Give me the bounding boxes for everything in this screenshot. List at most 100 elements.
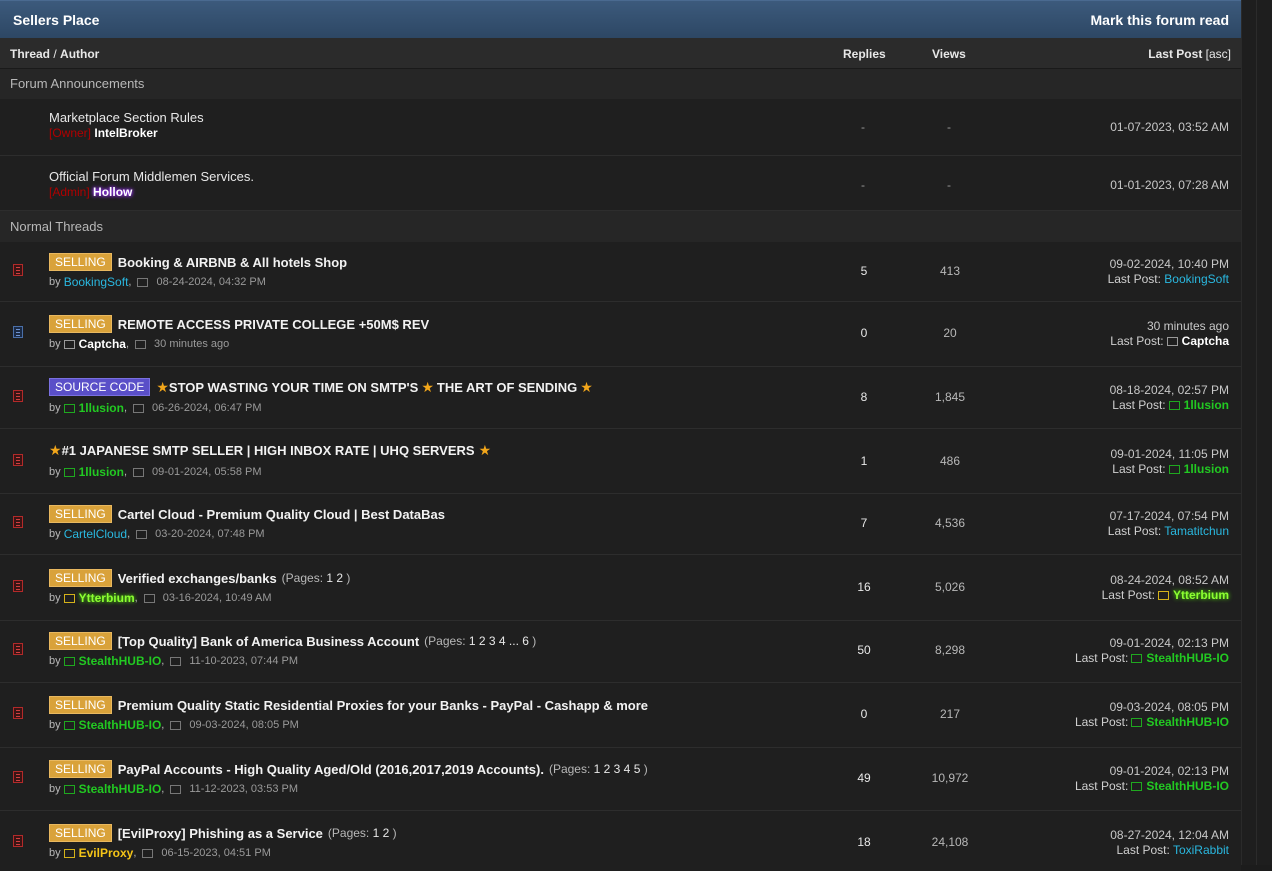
calendar-icon	[137, 277, 149, 287]
pages-label: (Pages:	[281, 571, 324, 585]
thread-status-icon	[13, 516, 23, 528]
sort-order-link[interactable]: [asc]	[1206, 47, 1231, 61]
replies-count[interactable]: 7	[834, 516, 894, 530]
star-icon: ★	[421, 378, 434, 395]
prefix-badge: SELLING	[49, 569, 112, 587]
thread-date: 06-15-2023, 04:51 PM	[161, 847, 271, 859]
pages-label: (Pages:	[327, 826, 370, 840]
replies-count[interactable]: 5	[834, 264, 894, 278]
thread-title-link-2[interactable]: THE ART OF SENDING	[437, 380, 577, 395]
last-post-date[interactable]: 09-03-2024, 08:05 PM	[1075, 700, 1229, 715]
author-link[interactable]: Captcha	[79, 337, 126, 351]
calendar-icon	[135, 339, 147, 349]
thread-status-icon	[13, 390, 23, 402]
page-links[interactable]: 1 2 3 4 ... 6	[469, 634, 529, 648]
last-post-date[interactable]: 30 minutes ago	[1110, 319, 1229, 334]
author-link[interactable]: Hollow	[93, 185, 132, 199]
last-post: 07-17-2024, 07:54 PM Last Post: Tamatitc…	[1108, 509, 1229, 539]
last-post-user-link[interactable]: StealthHUB-IO	[1146, 651, 1229, 665]
announcement-title-link[interactable]: Official Forum Middlemen Services.	[49, 169, 254, 184]
replies-count[interactable]: 0	[834, 326, 894, 340]
last-post-date[interactable]: 09-01-2024, 11:05 PM	[1110, 447, 1229, 462]
last-post: 08-18-2024, 02:57 PM Last Post: 1llusion	[1110, 383, 1229, 413]
prefix-badge: SELLING	[49, 824, 112, 842]
thread-title-link[interactable]: #1 JAPANESE SMTP SELLER | HIGH INBOX RAT…	[62, 443, 475, 458]
prefix-badge: SELLING	[49, 760, 112, 778]
author-sort-link[interactable]: Author	[60, 47, 99, 61]
last-post-user-link[interactable]: 1llusion	[1184, 398, 1229, 412]
author-link[interactable]: BookingSoft	[64, 275, 129, 289]
thread-title-link[interactable]: Premium Quality Static Residential Proxi…	[118, 698, 648, 713]
last-post-user-link[interactable]: Tamatitchun	[1164, 524, 1229, 538]
thread-title-link[interactable]: STOP WASTING YOUR TIME ON SMTP'S	[169, 380, 418, 395]
author-link[interactable]: 1llusion	[79, 401, 124, 415]
forum-title: Sellers Place	[13, 11, 100, 28]
last-post-user-link[interactable]: Captcha	[1182, 334, 1229, 348]
last-post-date[interactable]: 08-27-2024, 12:04 AM	[1110, 828, 1229, 843]
replies-count[interactable]: 1	[834, 454, 894, 468]
replies-sort-link[interactable]: Replies	[843, 47, 886, 61]
mark-forum-read-link[interactable]: Mark this forum read	[1091, 12, 1229, 28]
thread-title-link[interactable]: Booking & AIRBNB & All hotels Shop	[118, 255, 347, 270]
last-post-date[interactable]: 09-02-2024, 10:40 PM	[1108, 257, 1229, 272]
section-normal-threads: Normal Threads	[0, 211, 1241, 242]
replies-count[interactable]: 8	[834, 390, 894, 404]
views-sort-link[interactable]: Views	[932, 47, 966, 61]
thread-title-line: ★ #1 JAPANESE SMTP SELLER | HIGH INBOX R…	[49, 442, 491, 459]
thread-title-line: SELLING PayPal Accounts - High Quality A…	[49, 760, 648, 778]
thread-status-icon	[13, 326, 23, 338]
replies-count[interactable]: 0	[834, 707, 894, 721]
last-post-user-link[interactable]: StealthHUB-IO	[1146, 715, 1229, 729]
announcement-title-link[interactable]: Marketplace Section Rules	[49, 110, 204, 125]
role-tag: [Owner]	[49, 126, 92, 140]
replies-count[interactable]: 50	[834, 643, 894, 657]
thread-sort-link[interactable]: Thread	[10, 47, 50, 61]
thread-status-icon	[13, 454, 23, 466]
last-post-user-link[interactable]: Ytterbium	[1173, 588, 1229, 602]
views-count: -	[947, 178, 951, 192]
user-icon	[1168, 401, 1180, 411]
replies-count[interactable]: 18	[834, 835, 894, 849]
pages-end: )	[532, 634, 537, 648]
last-post-date[interactable]: 01-07-2023, 03:52 AM	[1110, 120, 1229, 135]
page-links[interactable]: 1 2	[373, 826, 390, 840]
author-link[interactable]: StealthHUB-IO	[79, 654, 162, 668]
user-icon	[1131, 654, 1143, 664]
last-post-user-link[interactable]: ToxiRabbit	[1173, 843, 1229, 857]
thread-title-link[interactable]: REMOTE ACCESS PRIVATE COLLEGE +50M$ REV	[118, 317, 429, 332]
thread-title-link[interactable]: [Top Quality] Bank of America Business A…	[118, 634, 419, 649]
author-link[interactable]: Ytterbium	[79, 591, 135, 605]
last-post-date[interactable]: 08-24-2024, 08:52 AM	[1102, 573, 1229, 588]
author-link[interactable]: IntelBroker	[94, 126, 157, 140]
author-link[interactable]: CartelCloud	[64, 527, 127, 541]
thread-title-link[interactable]: PayPal Accounts - High Quality Aged/Old …	[118, 762, 544, 777]
thread-title-link[interactable]: Cartel Cloud - Premium Quality Cloud | B…	[118, 507, 445, 522]
prefix-badge: SELLING	[49, 505, 112, 523]
last-post-date[interactable]: 01-01-2023, 07:28 AM	[1110, 178, 1229, 193]
author-link[interactable]: StealthHUB-IO	[79, 782, 162, 796]
last-post-user-link[interactable]: 1llusion	[1184, 462, 1229, 476]
replies-count[interactable]: 16	[834, 580, 894, 594]
last-post-date[interactable]: 09-01-2024, 02:13 PM	[1075, 636, 1229, 651]
thread-title-link[interactable]: [EvilProxy] Phishing as a Service	[118, 826, 323, 841]
user-icon	[63, 720, 75, 730]
last-post: 09-03-2024, 08:05 PM Last Post: StealthHU…	[1075, 700, 1229, 730]
calendar-icon	[142, 848, 154, 858]
last-post-date[interactable]: 07-17-2024, 07:54 PM	[1108, 509, 1229, 524]
last-post-user-link[interactable]: BookingSoft	[1164, 272, 1229, 286]
replies-count[interactable]: 49	[834, 771, 894, 785]
last-post-user-link[interactable]: StealthHUB-IO	[1146, 779, 1229, 793]
author-link[interactable]: EvilProxy	[79, 846, 134, 860]
announcement-row: Official Forum Middlemen Services. [Admi…	[0, 156, 1241, 211]
page-links[interactable]: 1 2 3 4 5	[594, 762, 641, 776]
section-announcements: Forum Announcements	[0, 69, 1241, 99]
user-icon	[63, 656, 75, 666]
last-post-date[interactable]: 08-18-2024, 02:57 PM	[1110, 383, 1229, 398]
thread-title-link[interactable]: Verified exchanges/banks	[118, 571, 277, 586]
user-icon	[1131, 782, 1143, 792]
author-link[interactable]: StealthHUB-IO	[79, 718, 162, 732]
last-post-sort-link[interactable]: Last Post	[1148, 47, 1202, 61]
last-post-date[interactable]: 09-01-2024, 02:13 PM	[1075, 764, 1229, 779]
author-link[interactable]: 1llusion	[79, 465, 124, 479]
page-links[interactable]: 1 2	[326, 571, 343, 585]
